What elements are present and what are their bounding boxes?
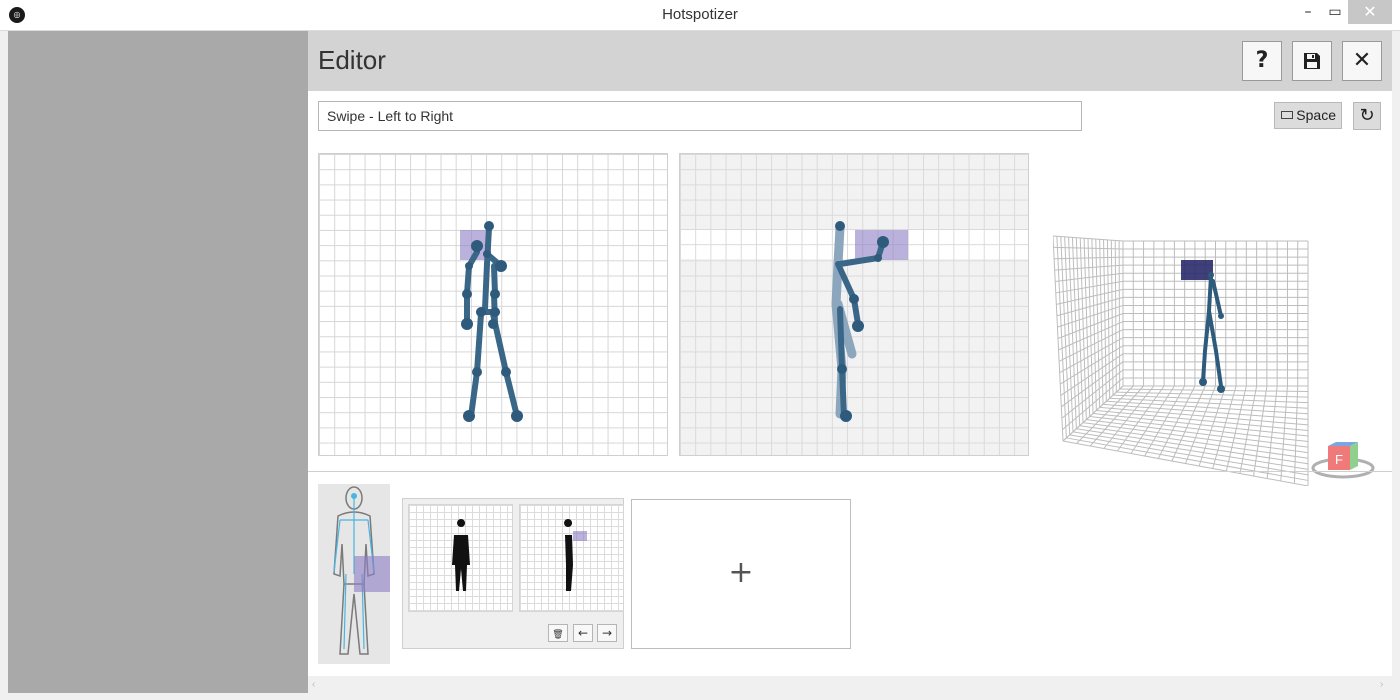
front-view-grid[interactable] <box>318 153 668 456</box>
front-silhouette <box>452 519 470 591</box>
help-button[interactable]: ? <box>1242 41 1282 81</box>
arrow-right-icon: → <box>601 626 613 640</box>
scroll-left-icon[interactable]: ‹ <box>312 676 315 693</box>
space-toggle-button[interactable]: Space <box>1274 102 1342 129</box>
body-part-selector[interactable] <box>318 484 390 664</box>
move-frame-right-button[interactable]: → <box>597 624 617 642</box>
gesture-name-input[interactable] <box>318 101 1082 131</box>
keyframe-front-thumb <box>408 504 513 612</box>
window-title: Hotspotizer <box>662 6 738 23</box>
title-bar: ◎ Hotspotizer – ▭ ✕ <box>0 0 1400 31</box>
front-skeleton <box>460 221 523 422</box>
minimize-button[interactable]: – <box>1293 0 1323 24</box>
keyframe-card[interactable]: 🗑 ← → <box>402 498 624 649</box>
editor-title: Editor <box>318 45 386 75</box>
refresh-icon: ↻ <box>1359 105 1375 126</box>
add-frame-button[interactable]: + <box>631 499 851 649</box>
delete-frame-button[interactable]: 🗑 <box>548 624 568 642</box>
perspective-3d-view[interactable]: F <box>1052 186 1393 487</box>
keyframe-side-thumb <box>519 504 624 612</box>
editor-panel: Editor ? ✕ Space ↻ <box>308 31 1392 693</box>
side-view-grid[interactable] <box>679 153 1029 456</box>
room-grid-3d: F <box>1052 235 1375 487</box>
save-button[interactable] <box>1292 41 1332 81</box>
body-figure <box>318 484 390 664</box>
arrow-left-icon: ← <box>577 626 589 640</box>
side-skeleton <box>831 221 908 422</box>
window-close-button[interactable]: ✕ <box>1348 0 1392 24</box>
side-silhouette <box>564 519 587 591</box>
close-editor-button[interactable]: ✕ <box>1342 41 1382 81</box>
reset-view-button[interactable]: ↻ <box>1353 102 1381 130</box>
scroll-right-icon[interactable]: › <box>1380 676 1383 693</box>
horizontal-scrollbar[interactable]: ‹ › <box>308 676 1392 693</box>
trash-icon: 🗑 <box>552 630 564 640</box>
perspective-hotspot <box>1181 260 1213 280</box>
keyboard-icon <box>1281 111 1293 119</box>
section-divider <box>308 471 1392 472</box>
selected-body-part <box>354 556 390 592</box>
view-cube-face-label: F <box>1335 452 1343 467</box>
save-icon <box>1304 53 1320 69</box>
gesture-list-pane <box>8 31 308 693</box>
maximize-button[interactable]: ▭ <box>1320 0 1350 24</box>
editor-header: Editor ? ✕ <box>308 31 1392 91</box>
move-frame-left-button[interactable]: ← <box>573 624 593 642</box>
space-button-label: Space <box>1296 107 1336 123</box>
